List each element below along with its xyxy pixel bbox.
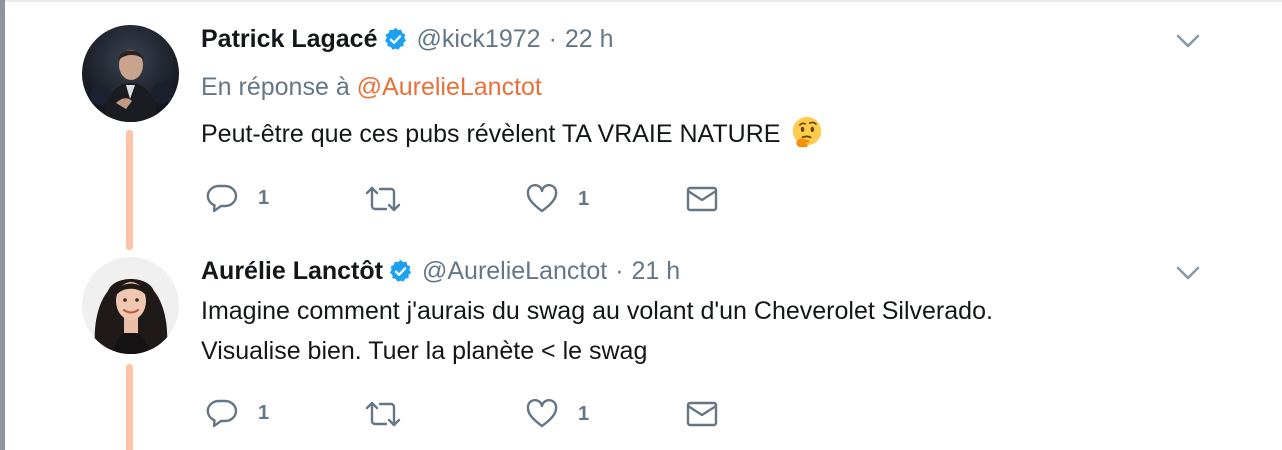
avatar-photo xyxy=(82,257,179,354)
heart-icon xyxy=(526,399,558,428)
reply-mention-link[interactable]: @AurelieLanctot xyxy=(357,73,542,101)
tweet-text: Peut-être que ces pubs révèlent TA VRAIE… xyxy=(201,114,823,154)
like-count: 1 xyxy=(578,187,590,210)
tweet-text-line: Imagine comment j'aurais du swag au vola… xyxy=(201,297,993,325)
tweet-text-line: Visualise bien. Tuer la planète < le swa… xyxy=(201,337,648,365)
heart-icon xyxy=(526,184,558,213)
reply-prefix: En réponse à xyxy=(201,73,350,101)
like-button[interactable]: 1 xyxy=(526,184,589,214)
reply-icon xyxy=(206,184,238,213)
like-count: 1 xyxy=(578,402,590,425)
reply-count: 1 xyxy=(258,401,270,424)
verified-badge-icon xyxy=(383,27,408,52)
tweet-header: Patrick Lagacé @kick1972 · 22 h xyxy=(201,24,614,54)
envelope-icon xyxy=(686,186,718,212)
reply-button[interactable]: 1 xyxy=(206,398,269,428)
timestamp[interactable]: 22 h xyxy=(565,24,614,54)
chevron-down-icon[interactable] xyxy=(1175,264,1201,282)
retweet-button[interactable] xyxy=(364,185,402,213)
avatar-aurelie-lanctot[interactable] xyxy=(82,257,179,354)
reply-count: 1 xyxy=(258,186,270,209)
reply-context: En réponse à @AurelieLanctot xyxy=(201,72,542,102)
author-handle[interactable]: @kick1972 xyxy=(417,24,541,54)
timestamp[interactable]: 21 h xyxy=(632,256,681,286)
tweet-text-body: Peut-être que ces pubs révèlent TA VRAIE… xyxy=(201,120,781,148)
author-name[interactable]: Patrick Lagacé xyxy=(201,24,378,54)
reply-button[interactable]: 1 xyxy=(206,183,269,213)
like-button[interactable]: 1 xyxy=(526,399,589,429)
separator-dot: · xyxy=(615,257,624,285)
window-edge xyxy=(0,0,5,450)
chevron-down-icon[interactable] xyxy=(1175,32,1201,50)
direct-message-button[interactable] xyxy=(686,400,718,428)
direct-message-button[interactable] xyxy=(686,185,718,213)
retweet-icon xyxy=(365,401,401,427)
author-name[interactable]: Aurélie Lanctôt xyxy=(201,256,383,286)
tweet-text: Imagine comment j'aurais du swag au vola… xyxy=(201,291,993,371)
author-handle[interactable]: @AurelieLanctot xyxy=(422,256,607,286)
retweet-icon xyxy=(365,186,401,212)
thinking-face-icon xyxy=(793,116,822,148)
separator-dot: · xyxy=(548,25,557,53)
thread-connector-line xyxy=(126,130,133,250)
reply-icon xyxy=(206,399,238,428)
thread-connector-line xyxy=(126,364,133,450)
tweet-thread: Patrick Lagacé @kick1972 · 22 h En répon… xyxy=(0,0,1282,450)
envelope-icon xyxy=(686,401,718,427)
avatar-photo xyxy=(82,25,179,122)
verified-badge-icon xyxy=(388,259,413,284)
tweet-header: Aurélie Lanctôt @AurelieLanctot · 21 h xyxy=(201,256,680,286)
retweet-button[interactable] xyxy=(364,400,402,428)
top-divider xyxy=(5,0,1282,2)
avatar-patrick-lagace[interactable] xyxy=(82,25,179,122)
